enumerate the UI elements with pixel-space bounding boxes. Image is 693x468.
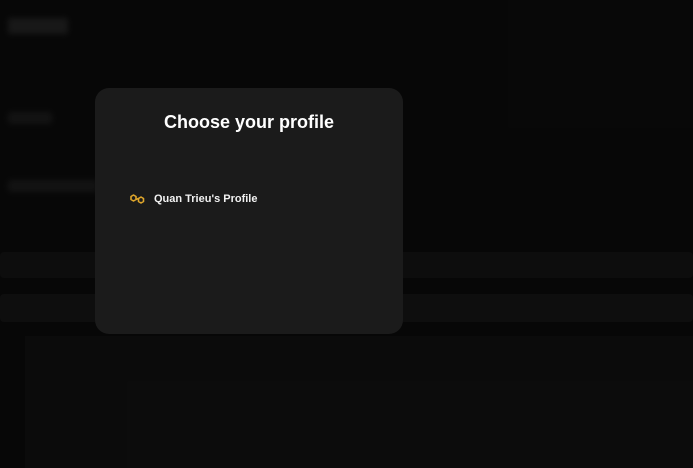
profile-option[interactable]: Quan Trieu's Profile xyxy=(129,188,257,210)
modal-title: Choose your profile xyxy=(163,112,334,132)
polygon-link-icon xyxy=(129,192,146,206)
profile-label: Quan Trieu's Profile xyxy=(154,193,258,205)
profile-picker-modal: Choose your profile Quan Trieu's Profile xyxy=(95,88,403,334)
